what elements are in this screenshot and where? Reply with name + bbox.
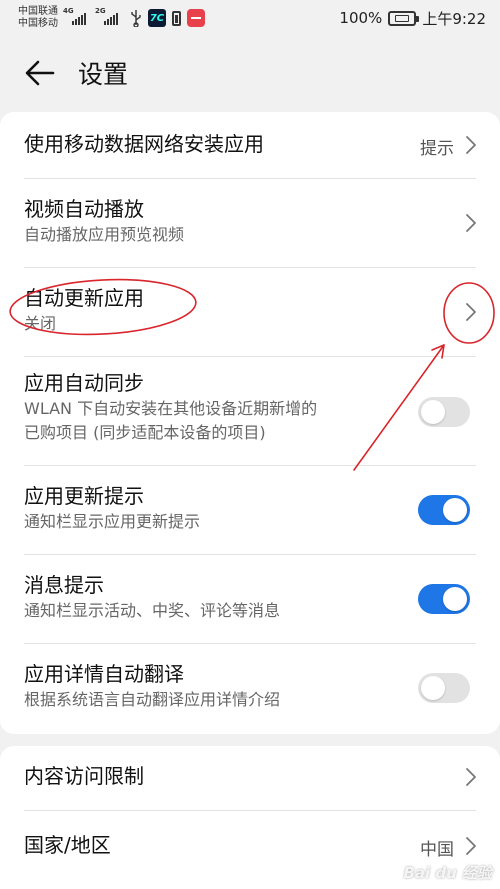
carrier-2: 中国移动	[18, 18, 58, 29]
update-notice-toggle[interactable]	[418, 495, 470, 525]
page-title: 设置	[78, 60, 129, 89]
chevron-right-icon	[466, 303, 476, 321]
setting-mobile-data-install[interactable]: 使用移动数据网络安装应用 提示	[0, 112, 500, 178]
setting-title: 自动更新应用	[24, 286, 144, 310]
setting-value: 提示	[420, 139, 454, 159]
settings-card: 使用移动数据网络安装应用 提示 视频自动播放 自动播放应用预览视频 自动更新应用…	[0, 112, 500, 734]
setting-content-restrict[interactable]: 内容访问限制	[0, 746, 500, 810]
auto-translate-toggle[interactable]	[418, 673, 470, 703]
setting-message-notice[interactable]: 消息提示 通知栏显示活动、中奖、评论等消息	[0, 555, 500, 643]
setting-video-autoplay[interactable]: 视频自动播放 自动播放应用预览视频	[0, 179, 500, 267]
toggle-knob	[443, 498, 467, 522]
status-bar: 中国联通 中国移动 4G 2G 7C 100% 上午9:22	[0, 0, 500, 36]
setting-subtitle: 自动播放应用预览视频	[24, 225, 185, 244]
setting-app-auto-sync[interactable]: 应用自动同步 WLAN 下自动安装在其他设备近期新增的 已购项目 (同步适配本设…	[0, 357, 500, 465]
back-arrow-icon[interactable]	[24, 57, 56, 89]
setting-title: 内容访问限制	[24, 764, 144, 788]
setting-auto-update-apps[interactable]: 自动更新应用 关闭	[0, 268, 500, 356]
signal-2-icon: 2G	[95, 7, 118, 25]
setting-title: 应用自动同步	[24, 371, 144, 395]
auto-sync-toggle[interactable]	[418, 397, 470, 427]
battery-icon	[388, 10, 420, 26]
setting-subtitle-line1: WLAN 下自动安装在其他设备近期新增的	[24, 399, 318, 418]
setting-subtitle: 关闭	[24, 314, 57, 333]
chevron-right-icon	[466, 837, 476, 855]
red-notification-icon	[187, 9, 205, 27]
carrier-1: 中国联通	[18, 6, 58, 17]
chevron-right-icon	[466, 136, 476, 154]
usb-icon	[130, 9, 142, 27]
toggle-knob	[421, 676, 445, 700]
setting-auto-translate[interactable]: 应用详情自动翻译 根据系统语言自动翻译应用详情介绍	[0, 644, 500, 732]
setting-title: 国家/地区	[24, 833, 111, 857]
setting-title: 应用更新提示	[24, 484, 144, 508]
battery-small-icon	[172, 10, 181, 26]
setting-title: 视频自动播放	[24, 197, 144, 221]
signal-1-icon: 4G	[63, 7, 86, 25]
battery-percent: 100%	[339, 9, 383, 27]
setting-value: 中国	[420, 840, 454, 860]
setting-subtitle: 通知栏显示应用更新提示	[24, 512, 201, 531]
message-notice-toggle[interactable]	[418, 584, 470, 614]
setting-update-notice[interactable]: 应用更新提示 通知栏显示应用更新提示	[0, 466, 500, 554]
setting-subtitle: 通知栏显示活动、中奖、评论等消息	[24, 601, 281, 620]
watermark: Bai du 经验	[403, 864, 492, 882]
toggle-knob	[443, 587, 467, 611]
clock: 上午9:22	[422, 9, 486, 28]
setting-subtitle-line2: 已购项目 (同步适配本设备的项目)	[24, 423, 266, 442]
signal-2-tag: 2G	[95, 7, 106, 15]
setting-title: 消息提示	[24, 573, 104, 597]
app-notification-icon: 7C	[148, 9, 166, 27]
toggle-knob	[421, 400, 445, 424]
chevron-right-icon	[466, 768, 476, 786]
chevron-right-icon	[466, 214, 476, 232]
signal-1-tag: 4G	[63, 7, 74, 15]
setting-title: 使用移动数据网络安装应用	[24, 132, 264, 156]
setting-title: 应用详情自动翻译	[24, 662, 184, 686]
setting-subtitle: 根据系统语言自动翻译应用详情介绍	[24, 690, 281, 709]
title-bar: 设置	[0, 36, 500, 110]
carrier-names: 中国联通 中国移动	[18, 6, 58, 30]
